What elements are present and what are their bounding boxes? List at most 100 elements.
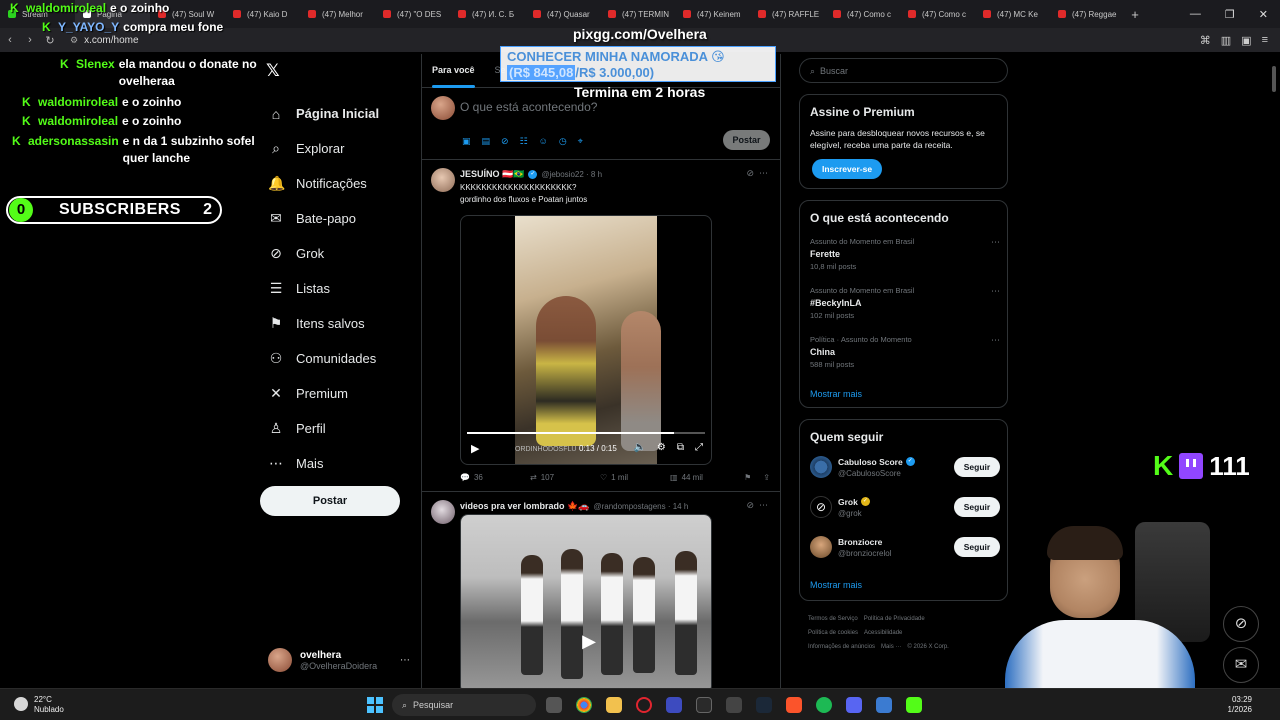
system-clock[interactable]: 03:29 1/2026	[1222, 695, 1252, 715]
extension-icon[interactable]: ⌘	[1200, 34, 1211, 47]
tweet-author[interactable]: videos pra ver lombrado 🍁🚗	[460, 501, 589, 512]
discord-icon[interactable]	[846, 697, 862, 713]
video-player[interactable]: ORDINHODOSFLU ▶ 0:13 / 0:15 🔈 ⚙ ⧉ ⤢	[460, 215, 712, 465]
steam-icon[interactable]	[756, 697, 772, 713]
app-icon[interactable]	[726, 697, 742, 713]
follow-suggestion[interactable]: Cabuloso Score ✓ @CabulosoScore Seguir	[810, 456, 1000, 478]
more-icon[interactable]: ⋯	[759, 500, 768, 510]
footer-link[interactable]: Acessibilidade	[864, 630, 902, 636]
schedule-icon[interactable]: ◷	[559, 136, 567, 147]
tab-for-you[interactable]: Para você	[422, 54, 485, 88]
grok-floating-icon[interactable]: ⊘	[1223, 606, 1259, 642]
browser-tab[interactable]: (47) И. С. Б	[450, 0, 525, 28]
account-switcher[interactable]: ovelhera @OvelheraDoidera ⋯	[268, 648, 410, 672]
tweet[interactable]: JESUÍNO 🇦🇹🇧🇷 ✓ @jebosio22 · 8 h ⊘ ⋯ KKKK…	[422, 160, 780, 492]
browser-tab[interactable]: (47) Keinem	[675, 0, 750, 28]
play-icon[interactable]: ▶	[471, 442, 479, 455]
sidebar-item-bookmark[interactable]: ⚑ Itens salvos	[268, 306, 379, 341]
menu-icon[interactable]: ≡	[1262, 34, 1268, 47]
new-tab-icon[interactable]: +	[1125, 7, 1145, 22]
show-more-link[interactable]: Mostrar mais	[810, 580, 862, 590]
file-explorer-icon[interactable]	[606, 697, 622, 713]
weather-widget[interactable]: 22°C Nublado	[14, 695, 64, 715]
sidebar-item-x-premium[interactable]: ✕ Premium	[268, 376, 379, 411]
taskbar-search[interactable]: ⌕ Pesquisar	[392, 694, 536, 716]
site-info-icon[interactable]: ⚙	[70, 35, 78, 46]
avatar[interactable]	[431, 168, 455, 192]
pip-icon[interactable]: ⧉	[677, 442, 684, 453]
tweet[interactable]: videos pra ver lombrado 🍁🚗 @randompostag…	[422, 492, 780, 688]
volume-icon[interactable]: 🔈	[633, 442, 645, 453]
browser-tab[interactable]: (47) RAFFLE	[750, 0, 825, 28]
wallet-icon[interactable]: ▣	[1241, 34, 1251, 47]
sidebar-item-bell[interactable]: 🔔 Notificações	[268, 166, 379, 201]
trend-item[interactable]: Assunto do Momento em Brasil #BeckyInLA …	[810, 286, 1000, 320]
browser-tab[interactable]: (47) MC Ke	[975, 0, 1050, 28]
task-view-icon[interactable]	[546, 697, 562, 713]
back-icon[interactable]: ‹	[0, 34, 20, 46]
follow-button[interactable]: Seguir	[954, 497, 1000, 517]
kick-app-icon[interactable]	[906, 697, 922, 713]
more-icon[interactable]: ⋯	[400, 655, 410, 666]
settings-icon[interactable]: ⚙	[657, 442, 666, 453]
sidebar-item-grok[interactable]: ⊘ Grok	[268, 236, 379, 271]
x-logo-icon[interactable]: 𝕏	[266, 61, 280, 81]
composer-post-button[interactable]: Postar	[723, 130, 770, 150]
show-more-link[interactable]: Mostrar mais	[810, 389, 862, 399]
notepad-icon[interactable]	[876, 697, 892, 713]
follow-suggestion[interactable]: ⊘ Grok ✓ @grok Seguir	[810, 496, 1000, 518]
sidebar-item-profile[interactable]: ♙ Perfil	[268, 411, 379, 446]
trend-item[interactable]: Assunto do Momento em Brasil Ferette 10,…	[810, 237, 1000, 271]
footer-link[interactable]: Informações de anúncios	[808, 644, 875, 650]
browser-tab[interactable]: (47) Kaio D	[225, 0, 300, 28]
tweet-author[interactable]: JESUÍNO 🇦🇹🇧🇷	[460, 169, 524, 180]
location-icon[interactable]: ⌖	[578, 136, 583, 147]
scrollbar[interactable]	[1271, 54, 1277, 686]
views-button[interactable]: ▥ 44 mil	[670, 473, 740, 482]
sidebar-icon[interactable]: ▥	[1221, 34, 1231, 47]
maximize-icon[interactable]: ❐	[1225, 8, 1235, 21]
sidebar-item-mail[interactable]: ✉ Bate-papo	[268, 201, 379, 236]
forward-icon[interactable]: ›	[20, 34, 40, 46]
search-input[interactable]: ⌕ Buscar	[799, 58, 1008, 83]
footer-link[interactable]: Política de Privacidade	[864, 616, 925, 622]
browser-tab[interactable]: (47) Como c	[900, 0, 975, 28]
post-button[interactable]: Postar	[260, 486, 400, 516]
gif-icon[interactable]: ▤	[482, 136, 491, 147]
browser-tab[interactable]: (47) TERMIN	[600, 0, 675, 28]
browser-tab[interactable]: (47) Como c	[825, 0, 900, 28]
spotify-icon[interactable]	[816, 697, 832, 713]
repost-button[interactable]: ⇄ 107	[530, 473, 600, 482]
grok-icon[interactable]: ⊘	[501, 136, 509, 147]
tweet-handle[interactable]: @randompostagens · 14 h	[593, 502, 688, 511]
subscribe-button[interactable]: Inscrever-se	[812, 159, 882, 179]
more-icon[interactable]: ⋯	[759, 168, 768, 178]
footer-link[interactable]: Termos de Serviço	[808, 616, 858, 622]
sidebar-item-home[interactable]: ⌂ Página Inicial	[268, 96, 379, 131]
messages-floating-icon[interactable]: ✉	[1223, 647, 1259, 683]
image-icon[interactable]: ▣	[462, 136, 471, 147]
chrome-icon[interactable]	[576, 697, 592, 713]
reply-button[interactable]: 💬 36	[460, 473, 530, 482]
sidebar-item-list[interactable]: ☰ Listas	[268, 271, 379, 306]
tweet-handle[interactable]: @jebosio22 · 8 h	[541, 170, 602, 179]
browser-tab[interactable]: (47) Reggae	[1050, 0, 1125, 28]
app-icon[interactable]	[666, 697, 682, 713]
more-icon[interactable]: ⋯	[991, 335, 1000, 346]
grok-icon[interactable]: ⊘	[746, 168, 754, 178]
more-icon[interactable]: ⋯	[991, 237, 1000, 248]
play-icon[interactable]: ▶	[577, 629, 601, 653]
close-icon[interactable]: ✕	[1259, 8, 1268, 21]
opera-icon[interactable]	[636, 697, 652, 713]
video-progress-bar[interactable]	[467, 432, 705, 434]
follow-button[interactable]: Seguir	[954, 457, 1000, 477]
poll-icon[interactable]: ☷	[520, 136, 528, 147]
brave-icon[interactable]	[786, 697, 802, 713]
sidebar-item-more[interactable]: ⋯ Mais	[268, 446, 379, 481]
browser-tab[interactable]: (47) "O DES	[375, 0, 450, 28]
grok-icon[interactable]: ⊘	[746, 500, 754, 510]
fullscreen-icon[interactable]: ⤢	[695, 442, 703, 453]
sidebar-item-search[interactable]: ⌕ Explorar	[268, 131, 379, 166]
scrollbar-thumb[interactable]	[1272, 66, 1276, 92]
like-button[interactable]: ♡ 1 mil	[600, 473, 670, 482]
